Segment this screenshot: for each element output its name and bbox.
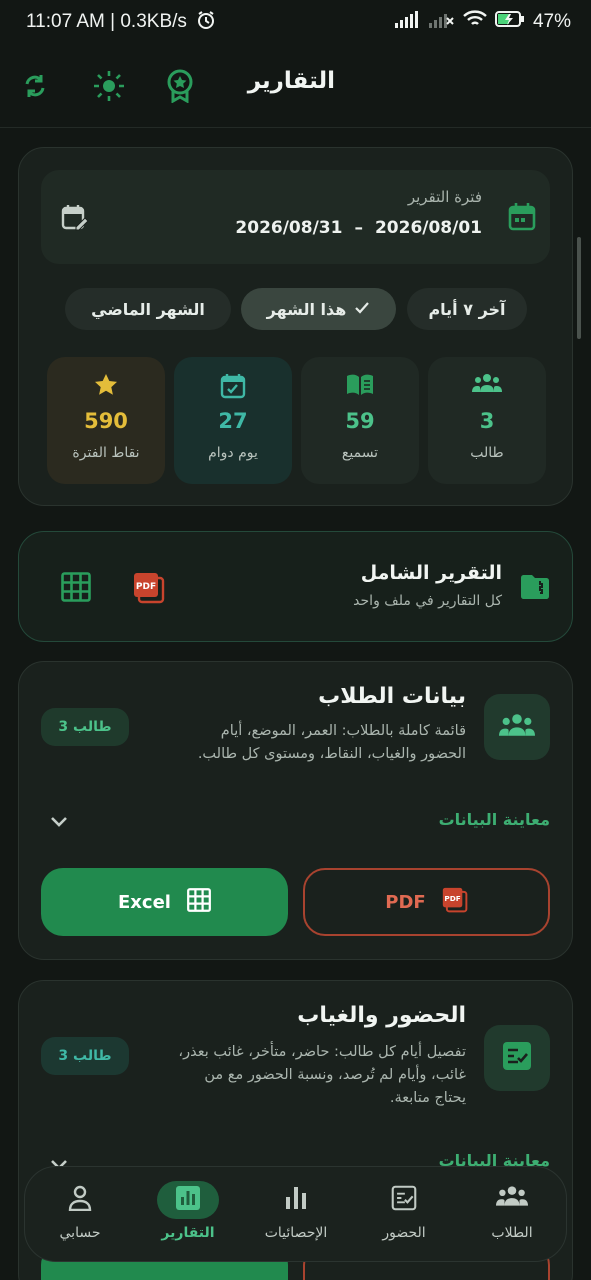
signal-icon xyxy=(394,10,421,34)
students-data-card: بيانات الطلاب قائمة كاملة بالطلاب: العمر… xyxy=(18,661,573,960)
battery-percent: 47% xyxy=(532,11,571,32)
report-chart-icon xyxy=(175,1185,201,1215)
attendance-desc-line-3: يحتاج متابعة. xyxy=(389,1090,466,1106)
chevron-down-icon[interactable] xyxy=(49,814,69,833)
pdf-icon: PDF xyxy=(442,887,468,918)
comprehensive-report-card[interactable]: التقرير الشامل كل التقارير في ملف واحد P… xyxy=(18,531,573,642)
nav-account[interactable]: حسابي xyxy=(26,1167,134,1263)
status-time-text: 11:07 AM | 0.3KB/s xyxy=(26,11,187,32)
app-bar: التقارير xyxy=(0,50,591,128)
calendar-check-icon xyxy=(220,373,246,403)
status-icons: 47% xyxy=(394,10,571,34)
scrollbar-thumb[interactable] xyxy=(577,237,581,339)
wifi-icon xyxy=(463,10,487,34)
nav-attendance-label: الحضور xyxy=(382,1225,426,1241)
students-pdf-button[interactable]: PDF PDF xyxy=(303,868,550,936)
period-range: 2026/08/31 – 2026/08/01 xyxy=(235,218,482,238)
nav-reports[interactable]: التقارير xyxy=(134,1167,242,1263)
nav-students-label: الطلاب xyxy=(491,1225,533,1241)
stat-points-value: 590 xyxy=(84,409,128,433)
table-icon xyxy=(187,887,211,917)
stat-work-days: 27 يوم دوام xyxy=(174,357,292,484)
stat-work-days-label: يوم دوام xyxy=(208,445,258,461)
sync-button[interactable] xyxy=(15,68,55,108)
sync-icon xyxy=(21,72,49,104)
folder-zip-icon xyxy=(520,574,550,604)
chip-last-month[interactable]: الشهر الماضي xyxy=(65,288,231,330)
stat-points-label: نقاط الفترة xyxy=(72,445,140,461)
alarm-icon xyxy=(196,10,216,36)
sun-icon xyxy=(92,69,126,107)
period-dash: – xyxy=(354,218,363,238)
students-preview-label[interactable]: معاينة البيانات xyxy=(439,810,550,829)
bar-chart-icon xyxy=(283,1185,309,1215)
chip-last-month-label: الشهر الماضي xyxy=(91,299,205,319)
chip-this-month-label: هذا الشهر xyxy=(266,299,347,319)
nav-account-label: حسابي xyxy=(59,1225,101,1241)
bottom-nav: الطلاب الحضور الإحصائيات التقارير حسابي xyxy=(24,1166,567,1262)
students-excel-button[interactable]: Excel xyxy=(41,868,288,936)
status-bar: 11:07 AM | 0.3KB/s 47% xyxy=(0,0,591,44)
stat-recitations-label: تسميع xyxy=(341,445,379,461)
stat-work-days-value: 27 xyxy=(218,409,248,433)
person-icon xyxy=(68,1185,92,1215)
period-label: فترة التقرير xyxy=(407,188,482,206)
chip-last-7-days-label: آخر ٧ أيام xyxy=(428,299,506,319)
attendance-section-desc: تفصيل أيام كل طالب: حاضر، متأخر، غائب بع… xyxy=(136,1041,466,1110)
group-icon xyxy=(499,713,535,741)
comprehensive-title: التقرير الشامل xyxy=(360,562,502,584)
battery-icon xyxy=(494,10,525,34)
excel-export-icon[interactable] xyxy=(61,572,91,606)
chip-this-month[interactable]: هذا الشهر xyxy=(241,288,396,330)
status-time: 11:07 AM | 0.3KB/s xyxy=(26,10,216,36)
svg-text:PDF: PDF xyxy=(136,582,156,592)
attendance-desc-line-2: غائب، وأيام لم تُرصد، ونسبة الحضور مع من xyxy=(204,1067,466,1083)
attendance-section-title: الحضور والغياب xyxy=(297,1003,466,1028)
stat-recitations: 59 تسميع xyxy=(301,357,419,484)
page-title: التقارير xyxy=(247,68,335,94)
stat-students-label: طالب xyxy=(470,445,504,461)
nav-students[interactable]: الطلاب xyxy=(458,1167,566,1263)
stat-points: 590 نقاط الفترة xyxy=(47,357,165,484)
stat-students: 3 طالب xyxy=(428,357,546,484)
chip-last-7-days[interactable]: آخر ٧ أيام xyxy=(407,288,527,330)
students-section-title: بيانات الطلاب xyxy=(318,684,466,709)
period-card: فترة التقرير 2026/08/31 – 2026/08/01 آخر… xyxy=(18,147,573,506)
stat-students-value: 3 xyxy=(479,409,495,433)
stat-recitations-value: 59 xyxy=(345,409,375,433)
edit-calendar-icon[interactable] xyxy=(61,204,89,236)
attendance-count-badge: 3 طالب xyxy=(41,1037,129,1075)
comprehensive-subtitle: كل التقارير في ملف واحد xyxy=(353,593,502,609)
checklist-icon xyxy=(502,1041,532,1075)
svg-text:PDF: PDF xyxy=(444,893,460,902)
attendance-icon-tile xyxy=(484,1025,550,1091)
students-section-desc: قائمة كاملة بالطلاب: العمر، الموضع، أيام… xyxy=(136,720,466,766)
nav-statistics[interactable]: الإحصائيات xyxy=(242,1167,350,1263)
pdf-export-icon[interactable]: PDF xyxy=(133,572,165,608)
period-selector[interactable]: فترة التقرير 2026/08/31 – 2026/08/01 xyxy=(41,170,550,264)
signal-off-icon xyxy=(428,10,455,34)
students-pdf-label: PDF xyxy=(385,891,426,913)
group-icon xyxy=(496,1185,528,1211)
students-icon-tile xyxy=(484,694,550,760)
award-icon xyxy=(166,69,194,107)
nav-reports-label: التقارير xyxy=(161,1225,215,1241)
calendar-icon xyxy=(508,202,536,236)
attendance-desc-line-1: تفصيل أيام كل طالب: حاضر، متأخر، غائب بع… xyxy=(178,1044,466,1060)
theme-button[interactable] xyxy=(89,68,129,108)
achievements-button[interactable] xyxy=(160,68,200,108)
period-end-date: 2026/08/31 xyxy=(235,218,343,238)
students-count-badge: 3 طالب xyxy=(41,708,129,746)
star-icon xyxy=(94,373,118,401)
students-desc-line-2: الحضور والغياب، النقاط، ومستوى كل طالب. xyxy=(197,746,466,762)
period-start-date: 2026/08/01 xyxy=(374,218,482,238)
book-icon xyxy=(345,373,375,401)
group-icon xyxy=(472,373,502,397)
checklist-icon xyxy=(391,1185,417,1215)
students-desc-line-1: قائمة كاملة بالطلاب: العمر، الموضع، أيام xyxy=(220,723,466,739)
check-icon xyxy=(354,300,370,319)
nav-attendance[interactable]: الحضور xyxy=(350,1167,458,1263)
students-excel-label: Excel xyxy=(118,891,171,913)
nav-statistics-label: الإحصائيات xyxy=(264,1225,328,1241)
